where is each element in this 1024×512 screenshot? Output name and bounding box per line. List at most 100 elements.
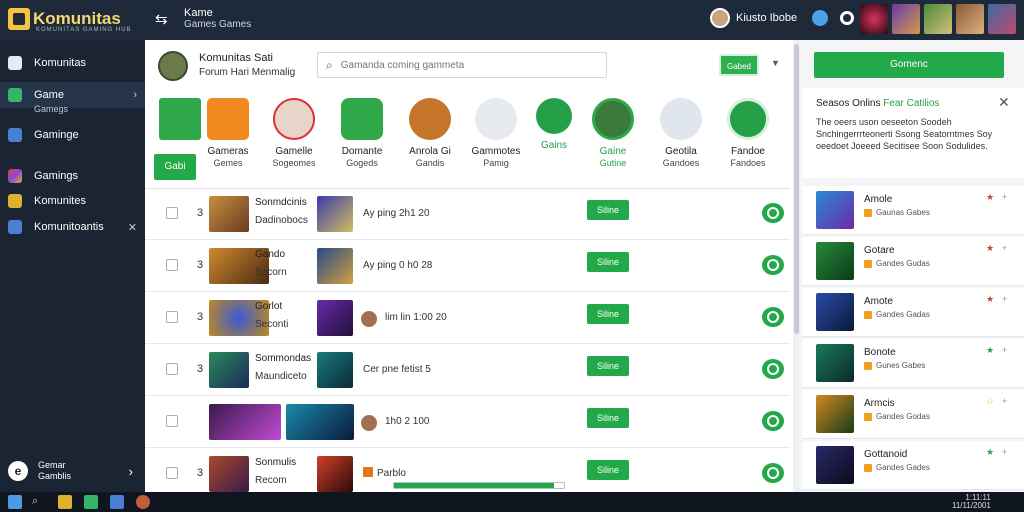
game-list-item[interactable]: Gotare Gandes Gudas ★ + xyxy=(802,237,1024,286)
game-thumbnail[interactable] xyxy=(816,446,854,484)
recent-game-thumb[interactable] xyxy=(860,4,888,34)
game-list-item[interactable]: Gottanoid Gandes Gades ★ + xyxy=(802,441,1024,490)
game-list-item[interactable]: Amote Gandes Gadas ★ + xyxy=(802,288,1024,337)
status-button[interactable]: Gabed xyxy=(719,54,759,76)
game-thumbnail[interactable] xyxy=(209,352,249,388)
scrollbar-thumb[interactable] xyxy=(794,44,799,334)
sidebar-item-gamings[interactable]: Gamings xyxy=(0,163,145,189)
toggle-icon[interactable] xyxy=(762,203,784,223)
row-checkbox[interactable] xyxy=(166,207,178,219)
store-icon[interactable] xyxy=(110,495,124,509)
row-checkbox[interactable] xyxy=(166,415,178,427)
row-checkbox[interactable] xyxy=(166,259,178,271)
recent-game-thumb[interactable] xyxy=(956,4,984,34)
toggle-icon[interactable] xyxy=(762,359,784,379)
scrollbar[interactable] xyxy=(793,40,800,492)
star-icon[interactable]: ★ xyxy=(986,345,994,356)
category-item[interactable]: Anrola Gi Gandis xyxy=(399,98,461,169)
table-row[interactable]: 3 Sonmdcinis Dadinobocs Ay ping 2h1 20 S… xyxy=(145,189,790,240)
primary-action-button[interactable]: Gomenc xyxy=(814,52,1004,78)
chevron-down-icon[interactable]: ▼ xyxy=(771,58,780,68)
star-icon[interactable]: ★ xyxy=(986,294,994,305)
game-thumbnail[interactable] xyxy=(209,404,281,440)
row-checkbox[interactable] xyxy=(166,467,178,479)
category-item[interactable]: Gaine Gutine xyxy=(582,98,644,169)
sidebar-item-komunitas[interactable]: Komunitas xyxy=(0,50,145,76)
category-item[interactable]: Gains xyxy=(523,98,585,152)
table-row[interactable]: 1h0 2 100 Siline xyxy=(145,397,790,448)
category-item[interactable]: Gamelle Sogeomes xyxy=(263,98,325,169)
table-row[interactable]: 3 Sommondas Maundiceto Cer pne fetist 5 … xyxy=(145,345,790,396)
row-checkbox[interactable] xyxy=(166,363,178,375)
game-thumbnail[interactable] xyxy=(209,456,249,492)
toggle-icon[interactable] xyxy=(762,411,784,431)
add-icon[interactable]: + xyxy=(1002,243,1007,253)
filter-button[interactable]: Gabi xyxy=(154,154,196,180)
game-thumbnail[interactable] xyxy=(286,404,354,440)
category-item[interactable]: Gameras Gemes xyxy=(197,98,259,169)
game-thumbnail[interactable] xyxy=(816,344,854,382)
add-icon[interactable]: + xyxy=(1002,396,1007,406)
close-icon[interactable]: ✕ xyxy=(128,221,137,234)
game-thumbnail[interactable] xyxy=(317,300,353,336)
nav-home-icon[interactable]: ⇆ xyxy=(155,10,168,28)
app-icon[interactable] xyxy=(84,495,98,509)
game-thumbnail[interactable] xyxy=(816,191,854,229)
game-thumbnail[interactable] xyxy=(816,395,854,433)
status-pill[interactable]: Siline xyxy=(587,460,629,480)
status-pill[interactable]: Siline xyxy=(587,252,629,272)
status-pill[interactable]: Siline xyxy=(587,356,629,376)
row-checkbox[interactable] xyxy=(166,311,178,323)
browser-icon[interactable] xyxy=(136,495,150,509)
category-item[interactable]: Domante Gogeds xyxy=(331,98,393,169)
game-thumbnail[interactable] xyxy=(317,248,353,284)
recent-game-thumb[interactable] xyxy=(924,4,952,34)
recent-game-thumb[interactable] xyxy=(892,4,920,34)
game-thumbnail[interactable] xyxy=(317,456,353,492)
game-list-item[interactable]: Bonote Gunes Gabes ★ + xyxy=(802,339,1024,388)
add-icon[interactable]: + xyxy=(1002,345,1007,355)
chat-icon xyxy=(341,98,383,140)
add-icon[interactable]: + xyxy=(1002,294,1007,304)
sidebar-item-game[interactable]: Game › xyxy=(0,82,145,108)
star-icon[interactable]: ☆ xyxy=(986,396,994,407)
toggle-icon[interactable] xyxy=(762,307,784,327)
recent-game-thumb[interactable] xyxy=(988,4,1016,34)
sidebar-footer-profile[interactable]: e Gemar Gamblis › xyxy=(0,450,145,492)
game-thumbnail[interactable] xyxy=(317,196,353,232)
globe-icon[interactable] xyxy=(812,10,828,26)
category-item[interactable]: Gammotes Pamig xyxy=(465,98,527,169)
game-thumbnail[interactable] xyxy=(816,242,854,280)
game-list-item[interactable]: Amole Gaunas Gabes ★ + xyxy=(802,186,1024,235)
top-nav-title[interactable]: Kame xyxy=(184,8,213,19)
game-list-item[interactable]: Armcis Gandes Godas ☆ + xyxy=(802,390,1024,439)
add-icon[interactable]: + xyxy=(1002,192,1007,202)
game-thumbnail[interactable] xyxy=(816,293,854,331)
sidebar-item-komunites[interactable]: Komunites xyxy=(0,188,145,214)
category-item[interactable]: Geotila Gandoes xyxy=(650,98,712,169)
search-icon[interactable] xyxy=(840,11,854,25)
table-row[interactable]: 3 Gorlot Seconti lim lin 1:00 20 Siline xyxy=(145,293,790,344)
star-icon[interactable]: ★ xyxy=(986,447,994,458)
search-input[interactable] xyxy=(340,59,581,71)
toggle-icon[interactable] xyxy=(762,463,784,483)
status-pill[interactable]: Siline xyxy=(587,200,629,220)
sidebar-item-gaminge[interactable]: Gaminge xyxy=(0,122,145,148)
table-row[interactable]: 3 Gando Secorn Ay ping 0 h0 28 Siline xyxy=(145,241,790,292)
status-pill[interactable]: Siline xyxy=(587,408,629,428)
star-icon[interactable]: ★ xyxy=(986,243,994,254)
star-icon[interactable]: ★ xyxy=(986,192,994,203)
toggle-icon[interactable] xyxy=(762,255,784,275)
game-thumbnail[interactable] xyxy=(209,196,249,232)
add-icon[interactable]: + xyxy=(1002,447,1007,457)
close-icon[interactable]: ✕ xyxy=(998,94,1010,111)
sidebar-item-komunitoantis[interactable]: Komunitoantis ✕ xyxy=(0,214,145,240)
status-pill[interactable]: Siline xyxy=(587,304,629,324)
start-icon[interactable] xyxy=(8,495,22,509)
search-box[interactable]: ⌕ xyxy=(317,52,607,78)
game-thumbnail[interactable] xyxy=(317,352,353,388)
folder-icon[interactable] xyxy=(58,495,72,509)
user-menu[interactable]: Kiusto Ibobe xyxy=(710,8,797,28)
category-item[interactable]: Fandoe Fandoes xyxy=(717,98,779,169)
search-icon[interactable]: ⌕ xyxy=(32,495,46,509)
